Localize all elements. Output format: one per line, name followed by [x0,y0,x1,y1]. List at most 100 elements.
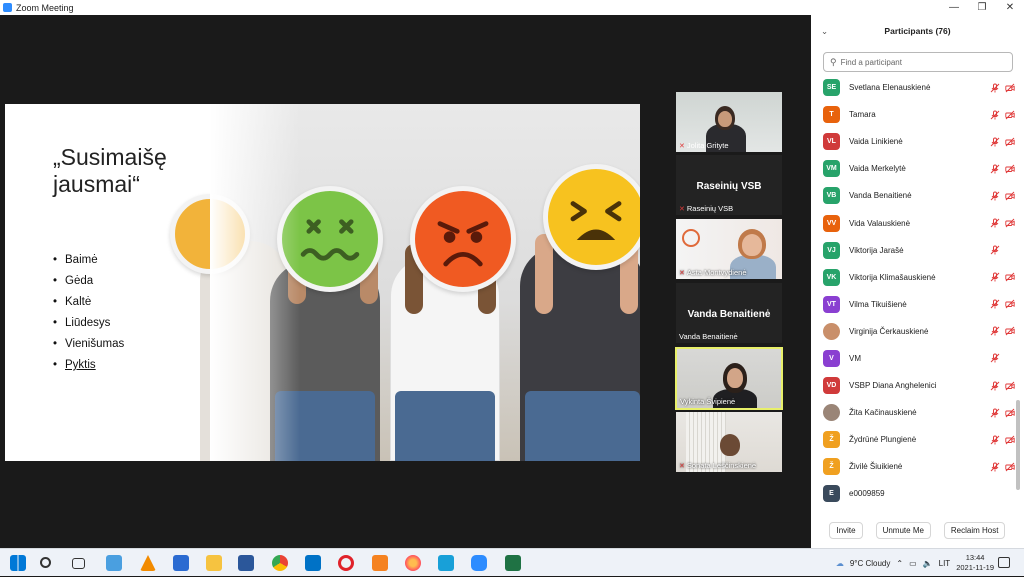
bullet-item: Gėda [53,271,124,292]
participant-name: Vaida Linikienė [849,137,903,147]
video-off-icon[interactable] [1005,435,1015,445]
participant-row[interactable]: VJ Viktorija Jarašė [811,237,1017,264]
mic-muted-icon[interactable] [990,83,1000,93]
video-off-icon[interactable] [1005,164,1015,174]
mic-muted-icon[interactable] [990,218,1000,228]
participant-row[interactable]: Ee0009859 [811,480,1017,507]
mic-muted-icon[interactable] [990,408,1000,418]
windows-start-icon[interactable] [10,555,26,571]
outlook-icon[interactable] [305,555,321,571]
participants-panel: — ❐ ✕ ⌄ Participants (76) ⚲ SE Svetlana E… [811,0,1024,548]
video-off-icon[interactable] [1005,326,1015,336]
video-off-icon[interactable] [1005,408,1015,418]
participant-row[interactable]: VT Vilma Tikuišienė [811,291,1017,318]
clock[interactable]: 13:44 2021-11-19 [956,553,994,573]
maximize-icon[interactable]: ❐ [968,0,996,15]
video-tile[interactable]: Raseinių VSB ✕ Raseinių VSB [676,155,782,215]
active-speaker-tile[interactable]: Vykinta Švipienė [675,347,783,410]
video-off-icon[interactable] [1005,191,1015,201]
participant-row[interactable]: T Tamara [811,101,1017,128]
participant-row[interactable]: VD VSBP Diana Anghelenici [811,372,1017,399]
weather-text[interactable]: 9°C Cloudy [850,559,891,568]
excel-icon[interactable] [505,555,521,571]
mic-muted-icon[interactable] [990,137,1000,147]
bullet-item-link[interactable]: Pyktis [53,355,124,376]
mic-muted-icon[interactable] [990,272,1000,282]
store-icon[interactable] [173,555,189,571]
word-icon[interactable] [238,555,254,571]
volume-icon[interactable]: 🔈 [923,559,933,568]
participant-name: Svetlana Elenauskienė [849,83,931,93]
participant-avatar: VJ [823,241,840,259]
participant-row[interactable]: Ž Žydrūnė Plungienė [811,426,1017,453]
participant-name: VM [849,353,861,363]
language-indicator[interactable]: LIT [939,559,951,568]
slide-bullet-list: Baimė Gėda Kaltė Liūdesys Vienišumas Pyk… [53,250,124,376]
participant-name: Vilma Tikuišienė [849,299,907,309]
participant-row[interactable]: VM Vaida Merkelytė [811,155,1017,182]
mic-muted-icon[interactable] [990,164,1000,174]
firefox-icon[interactable] [405,555,421,571]
participant-row[interactable]: V VM [811,345,1017,372]
chrome-icon[interactable] [272,555,288,571]
video-tile[interactable]: Vanda Benaitienė Vanda Benaitienė [676,283,782,343]
mic-muted-icon[interactable] [990,381,1000,391]
participant-row[interactable]: VB Vanda Benaitienė [811,182,1017,209]
close-icon[interactable]: ✕ [996,0,1024,15]
video-off-icon[interactable] [1005,137,1015,147]
participant-row[interactable]: SE Svetlana Elenauskienė [811,74,1017,101]
video-off-icon[interactable] [1005,381,1015,391]
participant-name: Viktorija Jarašė [849,245,904,255]
video-off-icon[interactable] [1005,218,1015,228]
app-orange-icon[interactable] [372,555,388,571]
video-off-icon[interactable] [1005,272,1015,282]
video-tile[interactable]: ✕ Sonata Leščinskienė [676,412,782,472]
zoom-taskbar-icon[interactable] [471,555,487,571]
participant-row[interactable]: Ž Živilė Šiuikienė [811,453,1017,480]
invite-button[interactable]: Invite [829,522,863,539]
chevron-up-icon[interactable]: ⌃ [896,559,903,568]
vlc-icon[interactable] [140,555,156,571]
app-blue-icon[interactable] [438,555,454,571]
participant-row[interactable]: VV Vida Valauskienė [811,209,1017,236]
search-input[interactable] [840,57,1001,67]
participant-row[interactable]: Virginija Čerkauskienė [811,318,1017,345]
participant-avatar: SE [823,79,840,97]
participant-row[interactable]: VL Vaida Linikienė [811,128,1017,155]
participant-scrollbar[interactable] [1016,400,1020,490]
search-icon[interactable] [40,557,51,568]
network-icon[interactable]: ▭ [909,559,917,568]
paint-app-icon[interactable] [106,555,122,571]
minimize-icon[interactable]: — [940,0,968,15]
video-tile[interactable]: ✕ Jolita Grityte [676,92,782,152]
windows-taskbar: ☁ 9°C Cloudy ⌃ ▭ 🔈 LIT 13:44 2021-11-19 [0,548,1024,576]
chevron-down-icon[interactable]: ⌄ [821,22,828,40]
file-explorer-icon[interactable] [206,555,222,571]
mic-muted-icon[interactable] [990,191,1000,201]
reclaim-host-button[interactable]: Reclaim Host [943,522,1006,539]
mic-muted-icon[interactable] [990,435,1000,445]
mic-muted-icon[interactable] [990,299,1000,309]
unmute-me-button[interactable]: Unmute Me [875,522,931,539]
opera-icon[interactable] [338,555,354,571]
mic-muted-icon[interactable] [990,462,1000,472]
participant-search[interactable]: ⚲ [823,52,1013,72]
video-off-icon[interactable] [1005,83,1015,93]
participant-row[interactable]: Žita Kačinauskienė [811,399,1017,426]
mic-muted-icon[interactable] [990,110,1000,120]
video-off-icon[interactable] [1005,110,1015,120]
mic-muted-icon[interactable] [990,353,1000,363]
video-off-icon[interactable] [1005,299,1015,309]
bullet-item: Baimė [53,250,124,271]
mic-muted-icon[interactable] [990,245,1000,255]
video-off-icon[interactable] [1005,462,1015,472]
notification-icon[interactable] [998,557,1010,568]
participant-avatar: VV [823,214,840,232]
search-icon: ⚲ [830,56,837,67]
video-tile[interactable]: ✕ Asta Montvydienė [676,219,782,279]
participant-avatar: E [823,485,840,503]
participant-avatar: T [823,106,840,124]
task-view-icon[interactable] [72,558,85,569]
participant-row[interactable]: VK Viktorija Klimašauskienė [811,264,1017,291]
mic-muted-icon[interactable] [990,326,1000,336]
